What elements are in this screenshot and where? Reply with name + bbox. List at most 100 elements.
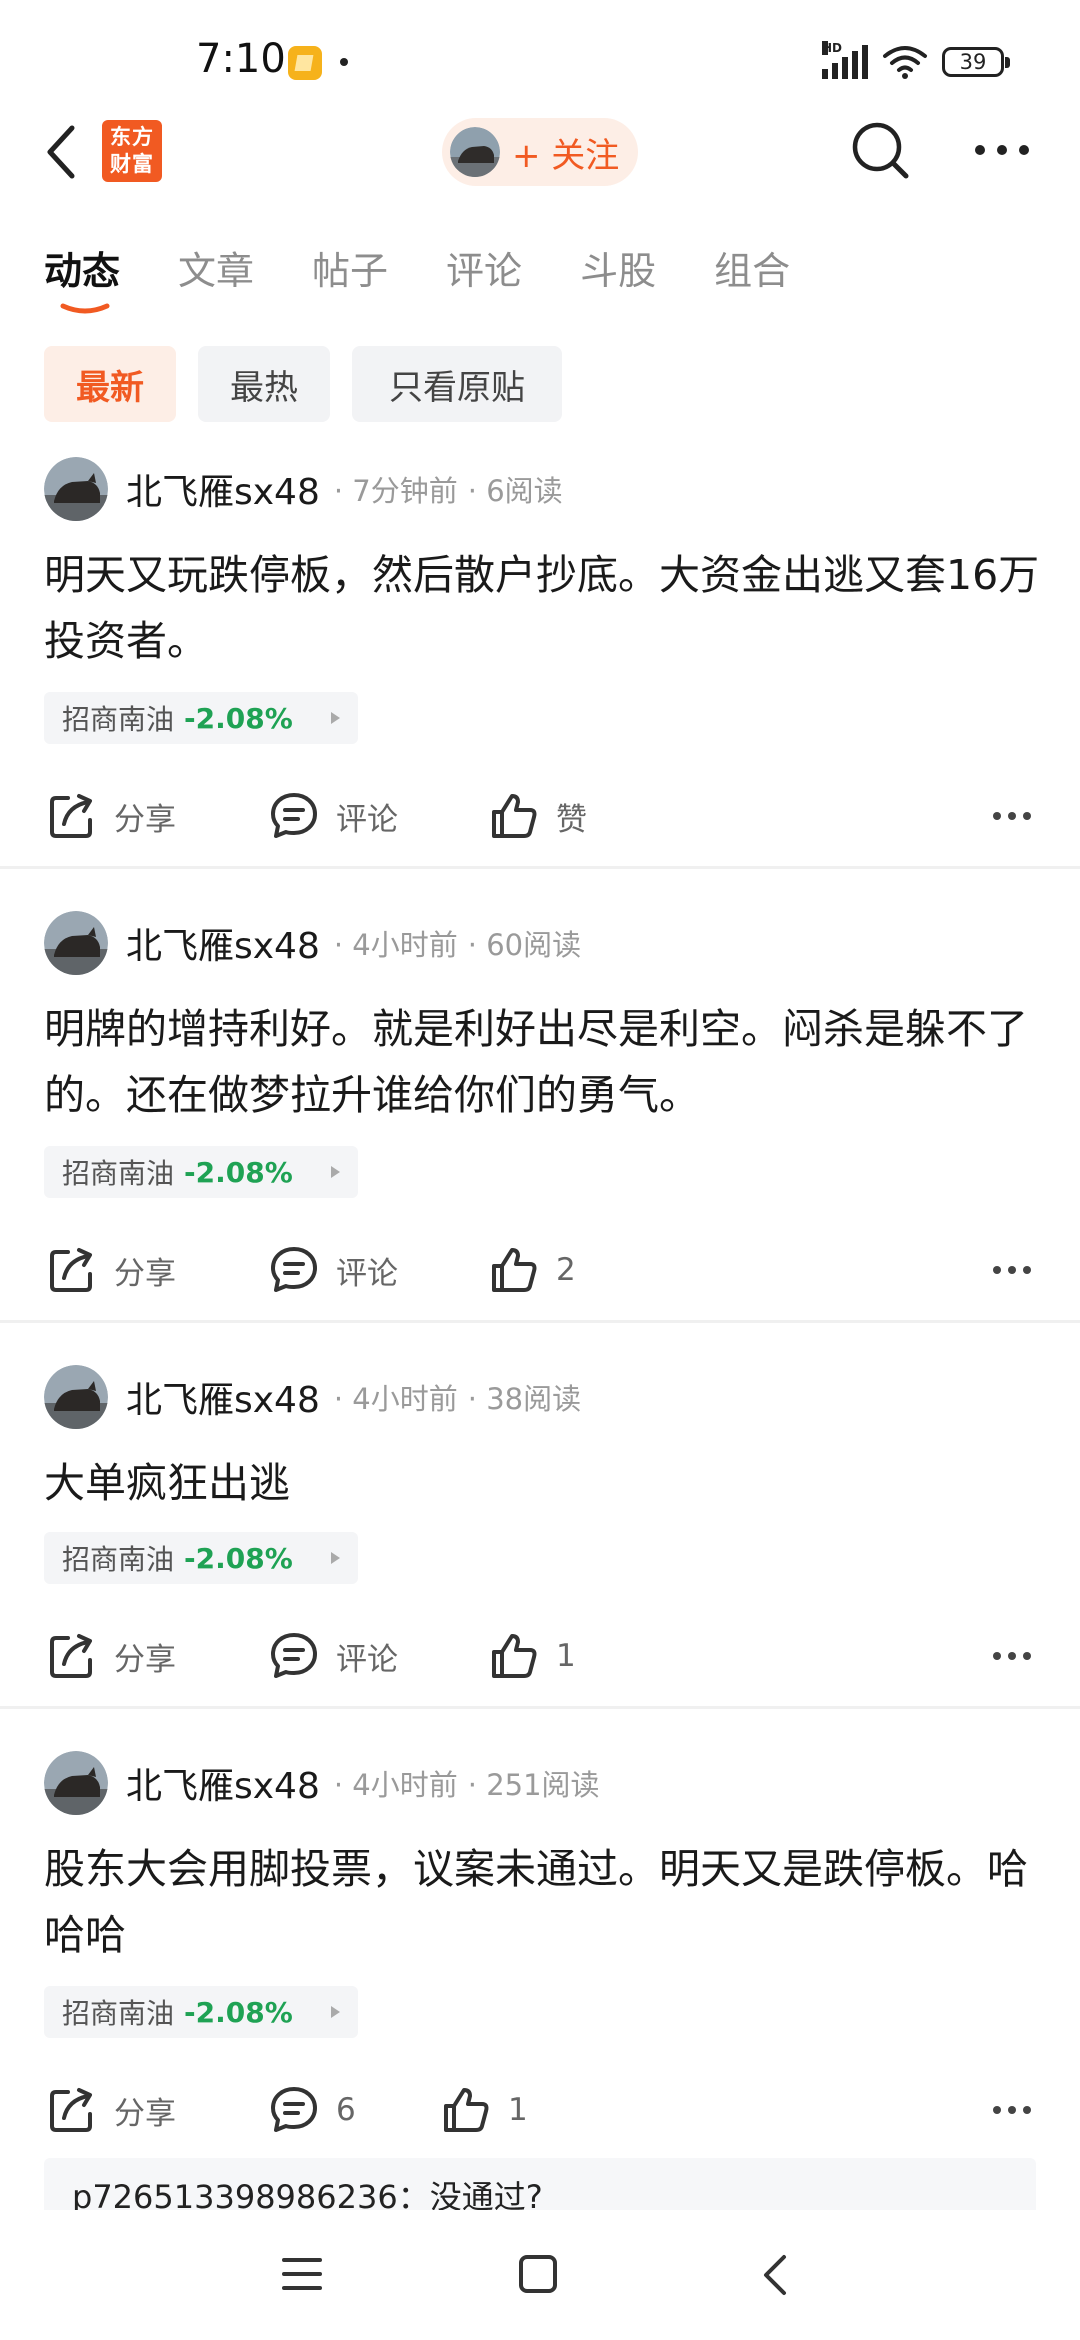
author-name: 北飞雁sx48	[126, 472, 320, 513]
stock-name: 招商南油	[62, 1157, 175, 1190]
share-button[interactable]: 分享	[46, 786, 176, 846]
author-name: 北飞雁sx48	[126, 926, 320, 967]
home-icon[interactable]	[518, 2254, 558, 2294]
stock-arrow-icon	[331, 1552, 340, 1564]
post-reads: · 6阅读	[467, 474, 563, 508]
like-button[interactable]: 1	[488, 1626, 576, 1686]
search-button[interactable]	[850, 120, 912, 182]
post-time: · 4小时前	[333, 928, 458, 962]
like-icon	[492, 1248, 537, 1292]
post-time: · 4小时前	[333, 1382, 458, 1416]
post-reads: · 251阅读	[467, 1768, 600, 1802]
post-text[interactable]: 大单疯狂出逃	[44, 1450, 1044, 1516]
system-nav-bar	[0, 2210, 1080, 2340]
post-text[interactable]: 股东大会用脚投票，议案未通过。明天又是跌停板。哈哈哈	[44, 1836, 1044, 1968]
comment-label: 评论	[336, 801, 398, 838]
comment-button[interactable]: 评论	[268, 1240, 398, 1300]
stock-arrow-icon	[331, 1166, 340, 1178]
share-icon	[50, 1248, 92, 1292]
notification-app-icon	[288, 46, 322, 80]
like-button[interactable]: 2	[488, 1240, 576, 1300]
follow-label: + 关注	[512, 135, 620, 176]
comment-icon	[271, 1247, 317, 1292]
author-name: 北飞雁sx48	[126, 1380, 320, 1421]
filter-hot[interactable]: 最热	[198, 346, 330, 422]
like-icon	[492, 794, 537, 838]
back-icon[interactable]	[760, 2254, 790, 2296]
share-label: 分享	[114, 1641, 176, 1678]
like-icon	[492, 1634, 537, 1678]
post-actions: 分享 6 1	[0, 2080, 1080, 2140]
battery-icon: 39	[942, 47, 1010, 77]
active-tab-indicator	[60, 303, 110, 314]
tab-comments[interactable]: 评论	[446, 240, 522, 295]
comment-button[interactable]: 评论	[268, 1626, 398, 1686]
logo-text-line1: 东方	[110, 125, 154, 149]
cellular-signal-icon: HD	[822, 41, 868, 79]
profile-tabs: 动态 文章 帖子 评论 斗股 组合	[44, 240, 790, 295]
share-label: 分享	[114, 1255, 176, 1292]
share-button[interactable]: 分享	[46, 1626, 176, 1686]
comment-icon	[271, 1633, 317, 1678]
filter-chips: 最新 最热 只看原贴	[44, 346, 562, 422]
logo-text-line2: 财富	[110, 152, 154, 176]
stock-tag[interactable]: 招商南油 -2.08%	[44, 1986, 358, 2038]
share-label: 分享	[114, 801, 176, 838]
more-dots-icon	[975, 145, 1029, 155]
stock-tag[interactable]: 招商南油 -2.08%	[44, 692, 358, 744]
post-author[interactable]: 北飞雁sx48 · 4小时前 · 60阅读	[44, 910, 581, 976]
divider	[0, 1320, 1080, 1323]
stock-change: -2.08%	[184, 1155, 293, 1189]
share-icon	[50, 794, 92, 838]
stock-tag[interactable]: 招商南油 -2.08%	[44, 1146, 358, 1198]
back-button[interactable]	[40, 122, 86, 182]
post-author[interactable]: 北飞雁sx48 · 4小时前 · 251阅读	[44, 1750, 600, 1816]
avatar	[450, 127, 500, 177]
divider	[0, 1706, 1080, 1709]
like-label: 赞	[556, 801, 587, 838]
tab-posts[interactable]: 帖子	[312, 240, 388, 295]
share-button[interactable]: 分享	[46, 2080, 176, 2140]
post-author[interactable]: 北飞雁sx48 · 4小时前 · 38阅读	[44, 1364, 581, 1430]
comment-button[interactable]: 6	[268, 2080, 356, 2140]
tab-dynamic[interactable]: 动态	[44, 240, 120, 295]
more-dots-icon[interactable]	[992, 1650, 1032, 1662]
back-chevron-icon	[47, 125, 75, 179]
avatar	[44, 911, 108, 975]
stock-name: 招商南油	[62, 1543, 175, 1576]
post-actions: 分享 评论 2	[0, 1240, 1080, 1300]
like-count: 1	[508, 2092, 528, 2128]
post-actions: 分享 评论 1	[0, 1626, 1080, 1686]
post-text[interactable]: 明牌的增持利好。就是利好出尽是利空。闷杀是躲不了的。还在做梦拉升谁给你们的勇气。	[44, 996, 1044, 1128]
search-icon	[852, 122, 909, 179]
avatar	[44, 1751, 108, 1815]
filter-original-only[interactable]: 只看原贴	[352, 346, 562, 422]
like-button[interactable]: 1	[440, 2080, 528, 2140]
author-name: 北飞雁sx48	[126, 1766, 320, 1807]
post-text[interactable]: 明天又玩跌停板，然后散户抄底。大资金出逃又套16万投资者。	[44, 542, 1044, 674]
tab-articles[interactable]: 文章	[178, 240, 254, 295]
tab-portfolio[interactable]: 组合	[714, 240, 790, 295]
more-dots-icon[interactable]	[992, 2104, 1032, 2116]
tab-stock-battle[interactable]: 斗股	[580, 240, 656, 295]
like-count: 2	[556, 1252, 576, 1288]
more-button[interactable]	[974, 140, 1030, 160]
stock-name: 招商南油	[62, 703, 175, 736]
comment-button[interactable]: 评论	[268, 786, 398, 846]
post-author[interactable]: 北飞雁sx48 · 7分钟前 · 6阅读	[44, 456, 563, 522]
more-dots-icon[interactable]	[992, 1264, 1032, 1276]
status-indicators: HD 39	[822, 40, 1010, 84]
menu-icon[interactable]	[282, 2256, 322, 2292]
filter-latest[interactable]: 最新	[44, 346, 176, 422]
share-button[interactable]: 分享	[46, 1240, 176, 1300]
post-reads: · 60阅读	[467, 928, 582, 962]
share-label: 分享	[114, 2095, 176, 2132]
comment-preview[interactable]: p726513398986236：没通过?	[44, 2158, 1036, 2218]
stock-name: 招商南油	[62, 1997, 175, 2030]
stock-tag[interactable]: 招商南油 -2.08%	[44, 1532, 358, 1584]
wifi-icon	[883, 46, 927, 79]
like-button[interactable]: 赞	[488, 786, 587, 846]
share-icon	[50, 2088, 92, 2132]
follow-button[interactable]: + 关注	[442, 118, 638, 186]
more-dots-icon[interactable]	[992, 810, 1032, 822]
